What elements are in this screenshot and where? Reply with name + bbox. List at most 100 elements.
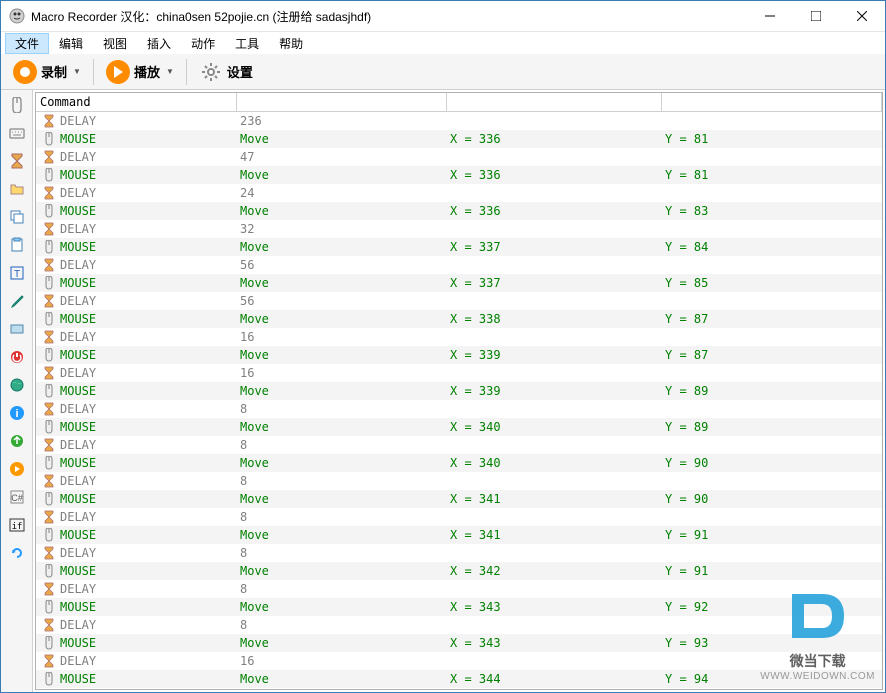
- table-row[interactable]: DELAY8: [36, 436, 882, 454]
- table-row[interactable]: DELAY16: [36, 688, 882, 691]
- table-row[interactable]: MOUSEMoveX = 340Y = 89: [36, 418, 882, 436]
- cell-y: [661, 328, 882, 346]
- keyboard-icon[interactable]: [6, 122, 28, 144]
- table-row[interactable]: DELAY47: [36, 148, 882, 166]
- cell-x: X = 343: [446, 598, 661, 616]
- menu-item-5[interactable]: 工具: [225, 33, 269, 54]
- cell-param: Move: [236, 274, 446, 292]
- table-row[interactable]: DELAY8: [36, 616, 882, 634]
- settings-button[interactable]: 设置: [193, 57, 259, 87]
- app-icon: [9, 8, 25, 24]
- menu-item-1[interactable]: 编辑: [49, 33, 93, 54]
- maximize-button[interactable]: [793, 1, 839, 31]
- table-row[interactable]: MOUSEMoveX = 337Y = 84: [36, 238, 882, 256]
- if-icon[interactable]: if: [6, 514, 28, 536]
- cell-command: MOUSE: [60, 672, 96, 686]
- table-row[interactable]: DELAY8: [36, 580, 882, 598]
- table-row[interactable]: DELAY8: [36, 508, 882, 526]
- table-row[interactable]: MOUSEMoveX = 336Y = 81: [36, 166, 882, 184]
- cell-x: [446, 364, 661, 382]
- table-row[interactable]: DELAY236: [36, 112, 882, 130]
- table-row[interactable]: MOUSEMoveX = 343Y = 92: [36, 598, 882, 616]
- table-row[interactable]: MOUSEMoveX = 340Y = 90: [36, 454, 882, 472]
- cell-y: Y = 83: [661, 202, 882, 220]
- table-row[interactable]: MOUSEMoveX = 341Y = 91: [36, 526, 882, 544]
- cell-x: [446, 184, 661, 202]
- cell-param: Move: [236, 346, 446, 364]
- menu-item-3[interactable]: 插入: [137, 33, 181, 54]
- table-row[interactable]: DELAY8: [36, 400, 882, 418]
- csharp-icon[interactable]: C#: [6, 486, 28, 508]
- eyedropper-icon[interactable]: [6, 290, 28, 312]
- cell-param: 16: [236, 364, 446, 382]
- table-row[interactable]: DELAY32: [36, 220, 882, 238]
- cell-y: [661, 220, 882, 238]
- table-row[interactable]: MOUSEMoveX = 336Y = 81: [36, 130, 882, 148]
- cell-command: DELAY: [60, 258, 96, 272]
- copy-icon[interactable]: [6, 206, 28, 228]
- table-row[interactable]: DELAY56: [36, 292, 882, 310]
- table-row[interactable]: MOUSEMoveX = 339Y = 89: [36, 382, 882, 400]
- cell-param: Move: [236, 562, 446, 580]
- cell-command: DELAY: [60, 366, 96, 380]
- table-row[interactable]: MOUSEMoveX = 341Y = 90: [36, 490, 882, 508]
- cell-command: DELAY: [60, 222, 96, 236]
- table-row[interactable]: MOUSEMoveX = 342Y = 91: [36, 562, 882, 580]
- cell-command: MOUSE: [60, 600, 96, 614]
- table-row[interactable]: MOUSEMoveX = 339Y = 87: [36, 346, 882, 364]
- cell-command: MOUSE: [60, 312, 96, 326]
- menu-item-2[interactable]: 视图: [93, 33, 137, 54]
- tool1-icon[interactable]: [6, 318, 28, 340]
- table-row[interactable]: MOUSEMoveX = 338Y = 87: [36, 310, 882, 328]
- table-row[interactable]: MOUSEMoveX = 343Y = 93: [36, 634, 882, 652]
- close-button[interactable]: [839, 1, 885, 31]
- cell-param: Move: [236, 454, 446, 472]
- refresh-icon[interactable]: [6, 542, 28, 564]
- record-button[interactable]: 录制 ▼: [7, 57, 87, 87]
- cell-param: Move: [236, 130, 446, 148]
- cell-y: Y = 81: [661, 130, 882, 148]
- cell-command: MOUSE: [60, 348, 96, 362]
- table-row[interactable]: DELAY24: [36, 184, 882, 202]
- command-table-wrap[interactable]: Command DELAY236MOUSEMoveX = 336Y = 81DE…: [35, 92, 883, 690]
- table-row[interactable]: DELAY8: [36, 544, 882, 562]
- chevron-down-icon: ▼: [73, 67, 81, 76]
- cell-param: 16: [236, 328, 446, 346]
- table-row[interactable]: DELAY56: [36, 256, 882, 274]
- mouse-icon[interactable]: [6, 94, 28, 116]
- main-area: TiC#if Command DELAY236MOUSEMoveX = 336Y…: [1, 90, 885, 692]
- cell-x: X = 341: [446, 490, 661, 508]
- cell-x: [446, 148, 661, 166]
- cell-command: DELAY: [60, 438, 96, 452]
- menu-item-0[interactable]: 文件: [5, 33, 49, 54]
- cell-command: DELAY: [60, 618, 96, 632]
- power-icon[interactable]: [6, 346, 28, 368]
- cell-command: DELAY: [60, 330, 96, 344]
- table-row[interactable]: DELAY16: [36, 652, 882, 670]
- playcircle-icon[interactable]: [6, 458, 28, 480]
- info-icon[interactable]: i: [6, 402, 28, 424]
- upload-icon[interactable]: [6, 430, 28, 452]
- table-row[interactable]: MOUSEMoveX = 336Y = 83: [36, 202, 882, 220]
- minimize-button[interactable]: [747, 1, 793, 31]
- paste-icon[interactable]: [6, 234, 28, 256]
- separator: [93, 59, 94, 85]
- menu-item-4[interactable]: 动作: [181, 33, 225, 54]
- column-header-command[interactable]: Command: [36, 93, 236, 112]
- globe-icon[interactable]: [6, 374, 28, 396]
- column-header-2[interactable]: [236, 93, 446, 112]
- table-row[interactable]: DELAY 16: [36, 328, 882, 346]
- table-row[interactable]: DELAY8: [36, 472, 882, 490]
- menu-item-6[interactable]: 帮助: [269, 33, 313, 54]
- open-icon[interactable]: [6, 178, 28, 200]
- hourglass-icon[interactable]: [6, 150, 28, 172]
- text-icon[interactable]: T: [6, 262, 28, 284]
- cell-command: DELAY: [60, 654, 96, 668]
- column-header-3[interactable]: [446, 93, 661, 112]
- table-row[interactable]: DELAY 16: [36, 364, 882, 382]
- table-row[interactable]: MOUSEMoveX = 344Y = 94: [36, 670, 882, 688]
- play-button[interactable]: 播放 ▼: [100, 57, 180, 87]
- table-row[interactable]: MOUSEMoveX = 337Y = 85: [36, 274, 882, 292]
- cell-command: DELAY: [60, 510, 96, 524]
- column-header-4[interactable]: [661, 93, 882, 112]
